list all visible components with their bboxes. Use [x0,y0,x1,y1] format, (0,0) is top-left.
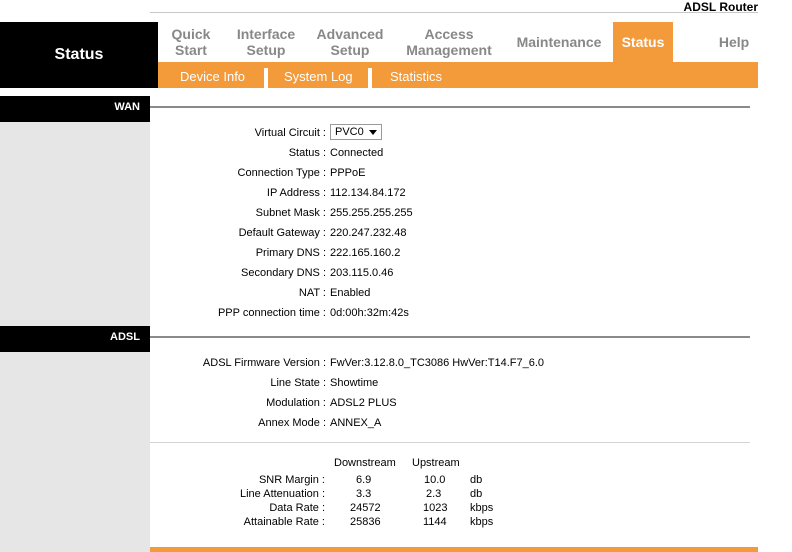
stat-label: SNR Margin : [258,474,325,486]
row-modulation: Modulation : ADSL2 PLUS [150,393,750,413]
virtual-circuit-label: Virtual Circuit : [254,127,326,139]
annex-mode-label: Annex Mode : [258,417,326,429]
main-nav: Quick Start Interface Setup Advanced Set… [158,22,758,62]
bottom-bar [150,547,758,552]
stat-unit: kbps [470,502,494,514]
status-label: Status : [288,147,326,159]
row-subnet-mask: Subnet Mask : 255.255.255.255 [150,203,750,223]
stat-upstream: 1023 [423,502,448,514]
section-wan-rule [150,106,750,108]
stat-downstream: 3.3 [356,488,372,500]
virtual-circuit-value: PVC0 [335,126,364,138]
subnav-device-info[interactable]: Device Info [180,62,245,88]
ppp-connection-time-label: PPP connection time : [217,307,326,319]
secondary-dns-label: Secondary DNS : [241,267,326,279]
subnav-system-log[interactable]: System Log [284,62,353,88]
line-statistics-table: Downstream Upstream SNR Margin : 6.9 10.… [150,457,750,537]
subnet-mask-label: Subnet Mask : [255,207,326,219]
nav-access-management[interactable]: Access Management [392,22,506,62]
downstream-header: Downstream [334,457,396,469]
row-default-gateway: Default Gateway : 220.247.232.48 [150,223,750,243]
section-wan-label: WAN [0,96,150,122]
top-rule [150,12,758,13]
nav-interface-setup[interactable]: Interface Setup [224,22,308,62]
row-annex-mode: Annex Mode : ANNEX_A [150,413,750,433]
line-state-value: Showtime [330,377,379,389]
stat-unit: db [470,474,483,486]
row-status: Status : Connected [150,143,750,163]
status-value: Connected [330,147,384,159]
row-ppp-connection-time: PPP connection time : 0d:00h:32m:42s [150,303,750,323]
upstream-header: Upstream [412,457,460,469]
stat-downstream: 25836 [350,516,381,528]
page-title: Status [0,22,158,88]
ppp-connection-time-value: 0d:00h:32m:42s [330,307,409,319]
ip-address-value: 112.134.84.172 [330,187,406,199]
sub-nav: Device Info System Log Statistics [158,62,758,88]
stat-upstream: 1144 [423,516,447,528]
connection-type-label: Connection Type : [237,167,326,179]
nat-label: NAT : [298,287,326,299]
row-nat: NAT : Enabled [150,283,750,303]
line-state-label: Line State : [270,377,326,389]
default-gateway-label: Default Gateway : [238,227,326,239]
nav-status[interactable]: Status [613,22,673,62]
nav-quick-start[interactable]: Quick Start [158,22,224,62]
row-virtual-circuit: Virtual Circuit : PVC0 [150,123,750,143]
stat-label: Data Rate : [269,502,325,514]
annex-mode-value: ANNEX_A [330,417,382,429]
modulation-label: Modulation : [266,397,326,409]
ip-address-label: IP Address : [266,187,326,199]
subnav-separator [368,68,372,88]
stat-downstream: 24572 [350,502,381,514]
stat-upstream: 2.3 [426,488,442,500]
chevron-down-icon [369,130,377,135]
row-secondary-dns: Secondary DNS : 203.115.0.46 [150,263,750,283]
stat-upstream: 10.0 [424,474,446,486]
section-adsl-label: ADSL [0,326,150,352]
secondary-dns-value: 203.115.0.46 [330,267,394,279]
primary-dns-label: Primary DNS : [255,247,326,259]
firmware-version-value: FwVer:3.12.8.0_TC3086 HwVer:T14.F7_6.0 [330,357,545,369]
subnav-statistics[interactable]: Statistics [390,62,442,88]
sidebar [0,96,150,552]
row-connection-type: Connection Type : PPPoE [150,163,750,183]
row-primary-dns: Primary DNS : 222.165.160.2 [150,243,750,263]
stat-unit: kbps [470,516,494,528]
nav-advanced-setup[interactable]: Advanced Setup [308,22,392,62]
row-ip-address: IP Address : 112.134.84.172 [150,183,750,203]
stat-label: Attainable Rate : [243,516,325,528]
stat-unit: db [470,488,483,500]
default-gateway-value: 220.247.232.48 [330,227,407,239]
row-firmware-version: ADSL Firmware Version : FwVer:3.12.8.0_T… [150,353,750,373]
primary-dns-value: 222.165.160.2 [330,247,401,259]
nav-help[interactable]: Help [698,22,770,62]
subnav-separator [264,68,268,88]
row-line-state: Line State : Showtime [150,373,750,393]
stat-downstream: 6.9 [356,474,372,486]
modulation-value: ADSL2 PLUS [330,397,397,409]
firmware-version-label: ADSL Firmware Version : [202,357,326,369]
connection-type-value: PPPoE [330,167,366,179]
section-adsl-rule [150,336,750,338]
subnet-mask-value: 255.255.255.255 [330,207,413,219]
virtual-circuit-select[interactable]: PVC0 [330,124,382,140]
nav-maintenance[interactable]: Maintenance [506,22,612,62]
nat-value: Enabled [330,287,371,299]
stats-divider [150,442,750,443]
stat-label: Line Attenuation : [239,488,325,500]
